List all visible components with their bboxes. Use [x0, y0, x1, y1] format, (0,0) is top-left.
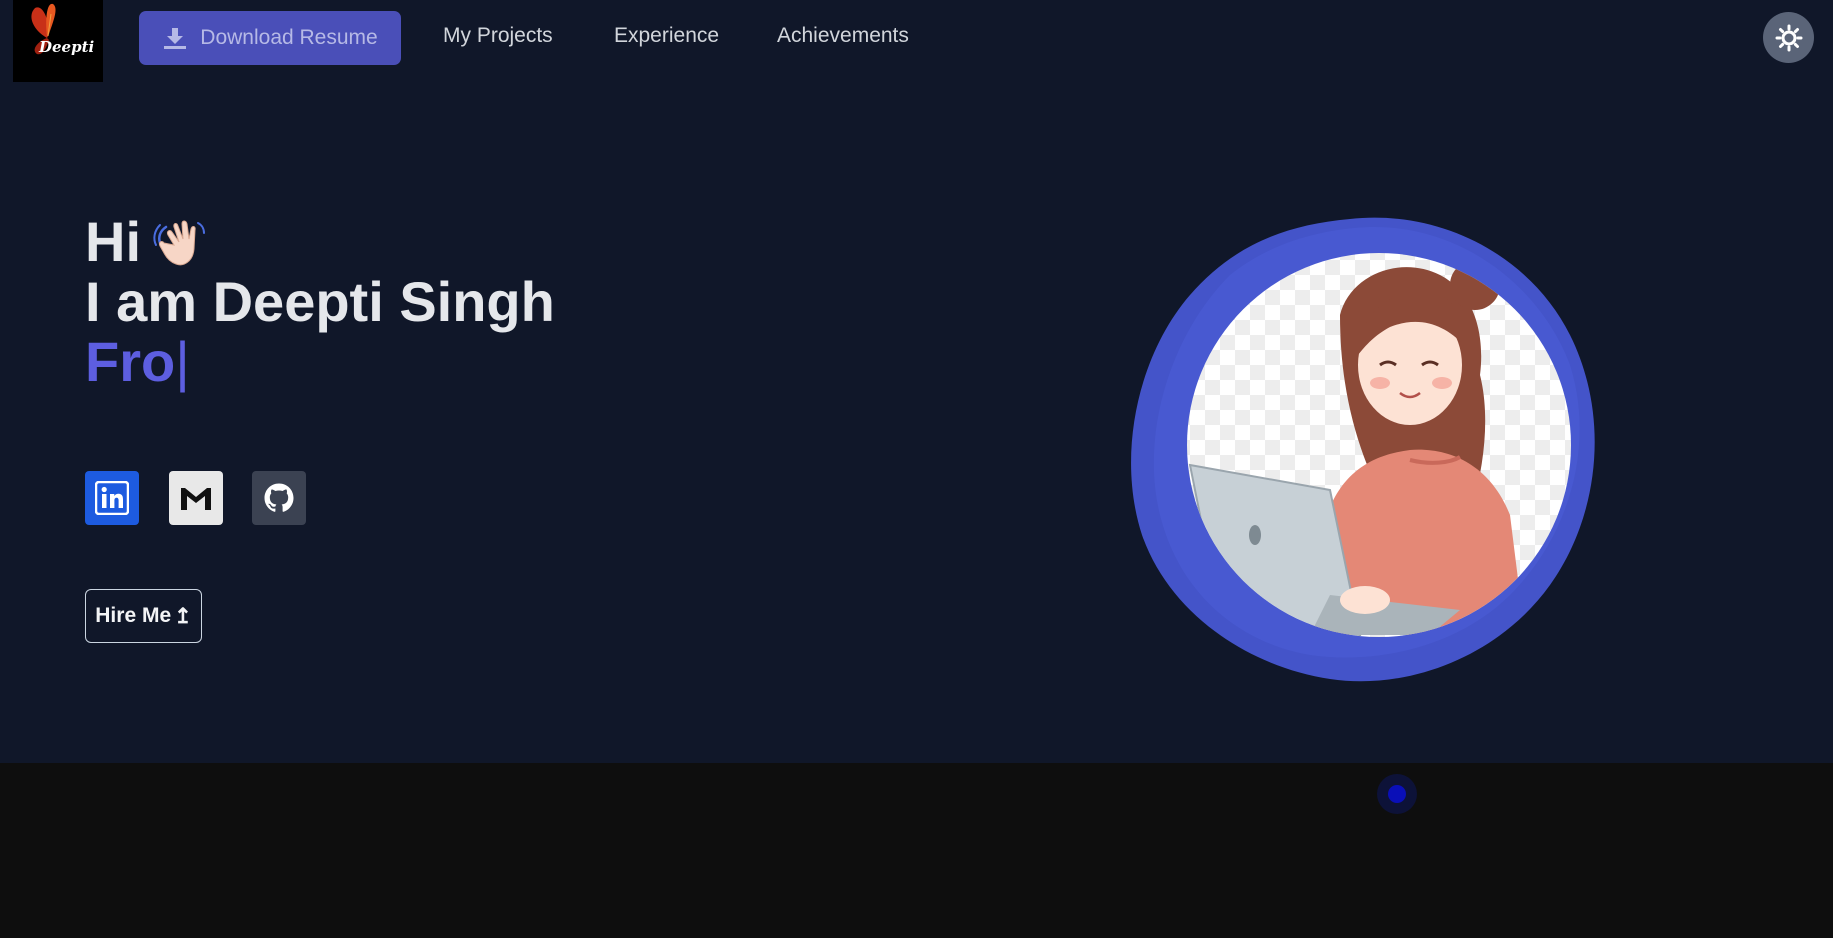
sun-icon: [1775, 24, 1802, 51]
theme-toggle-button[interactable]: [1763, 12, 1814, 63]
nav-experience[interactable]: Experience: [614, 24, 719, 48]
profile-portrait: [1131, 217, 1595, 682]
typed-role-text: Fro|: [85, 332, 190, 392]
hire-me-label: Hire Me: [95, 604, 172, 627]
typed-role: Fro: [85, 330, 176, 393]
nav-achievements[interactable]: Achievements: [777, 24, 909, 48]
download-icon: [164, 28, 187, 49]
gmail-icon: [181, 488, 211, 510]
hire-me-button[interactable]: Hire Me ↥: [85, 589, 202, 643]
intro-heading: I am Deepti Singh: [85, 270, 555, 333]
download-resume-label: Download Resume: [200, 26, 378, 49]
download-resume-button[interactable]: Download Resume: [139, 11, 401, 65]
site-logo[interactable]: Deepti: [13, 0, 103, 82]
linkedin-button[interactable]: [85, 471, 139, 525]
waving-hand-icon: [153, 220, 205, 266]
github-icon: [264, 483, 294, 512]
logo-text: Deepti: [39, 38, 95, 56]
gmail-button[interactable]: [169, 471, 223, 525]
nav-my-projects[interactable]: My Projects: [443, 24, 553, 48]
cursor-follower-dot: [1377, 774, 1417, 814]
upload-arrow-icon: ↥: [174, 604, 192, 628]
github-button[interactable]: [252, 471, 306, 525]
linkedin-icon: [95, 481, 129, 515]
typing-caret: |: [175, 330, 190, 393]
greeting-heading: Hi: [85, 210, 141, 273]
